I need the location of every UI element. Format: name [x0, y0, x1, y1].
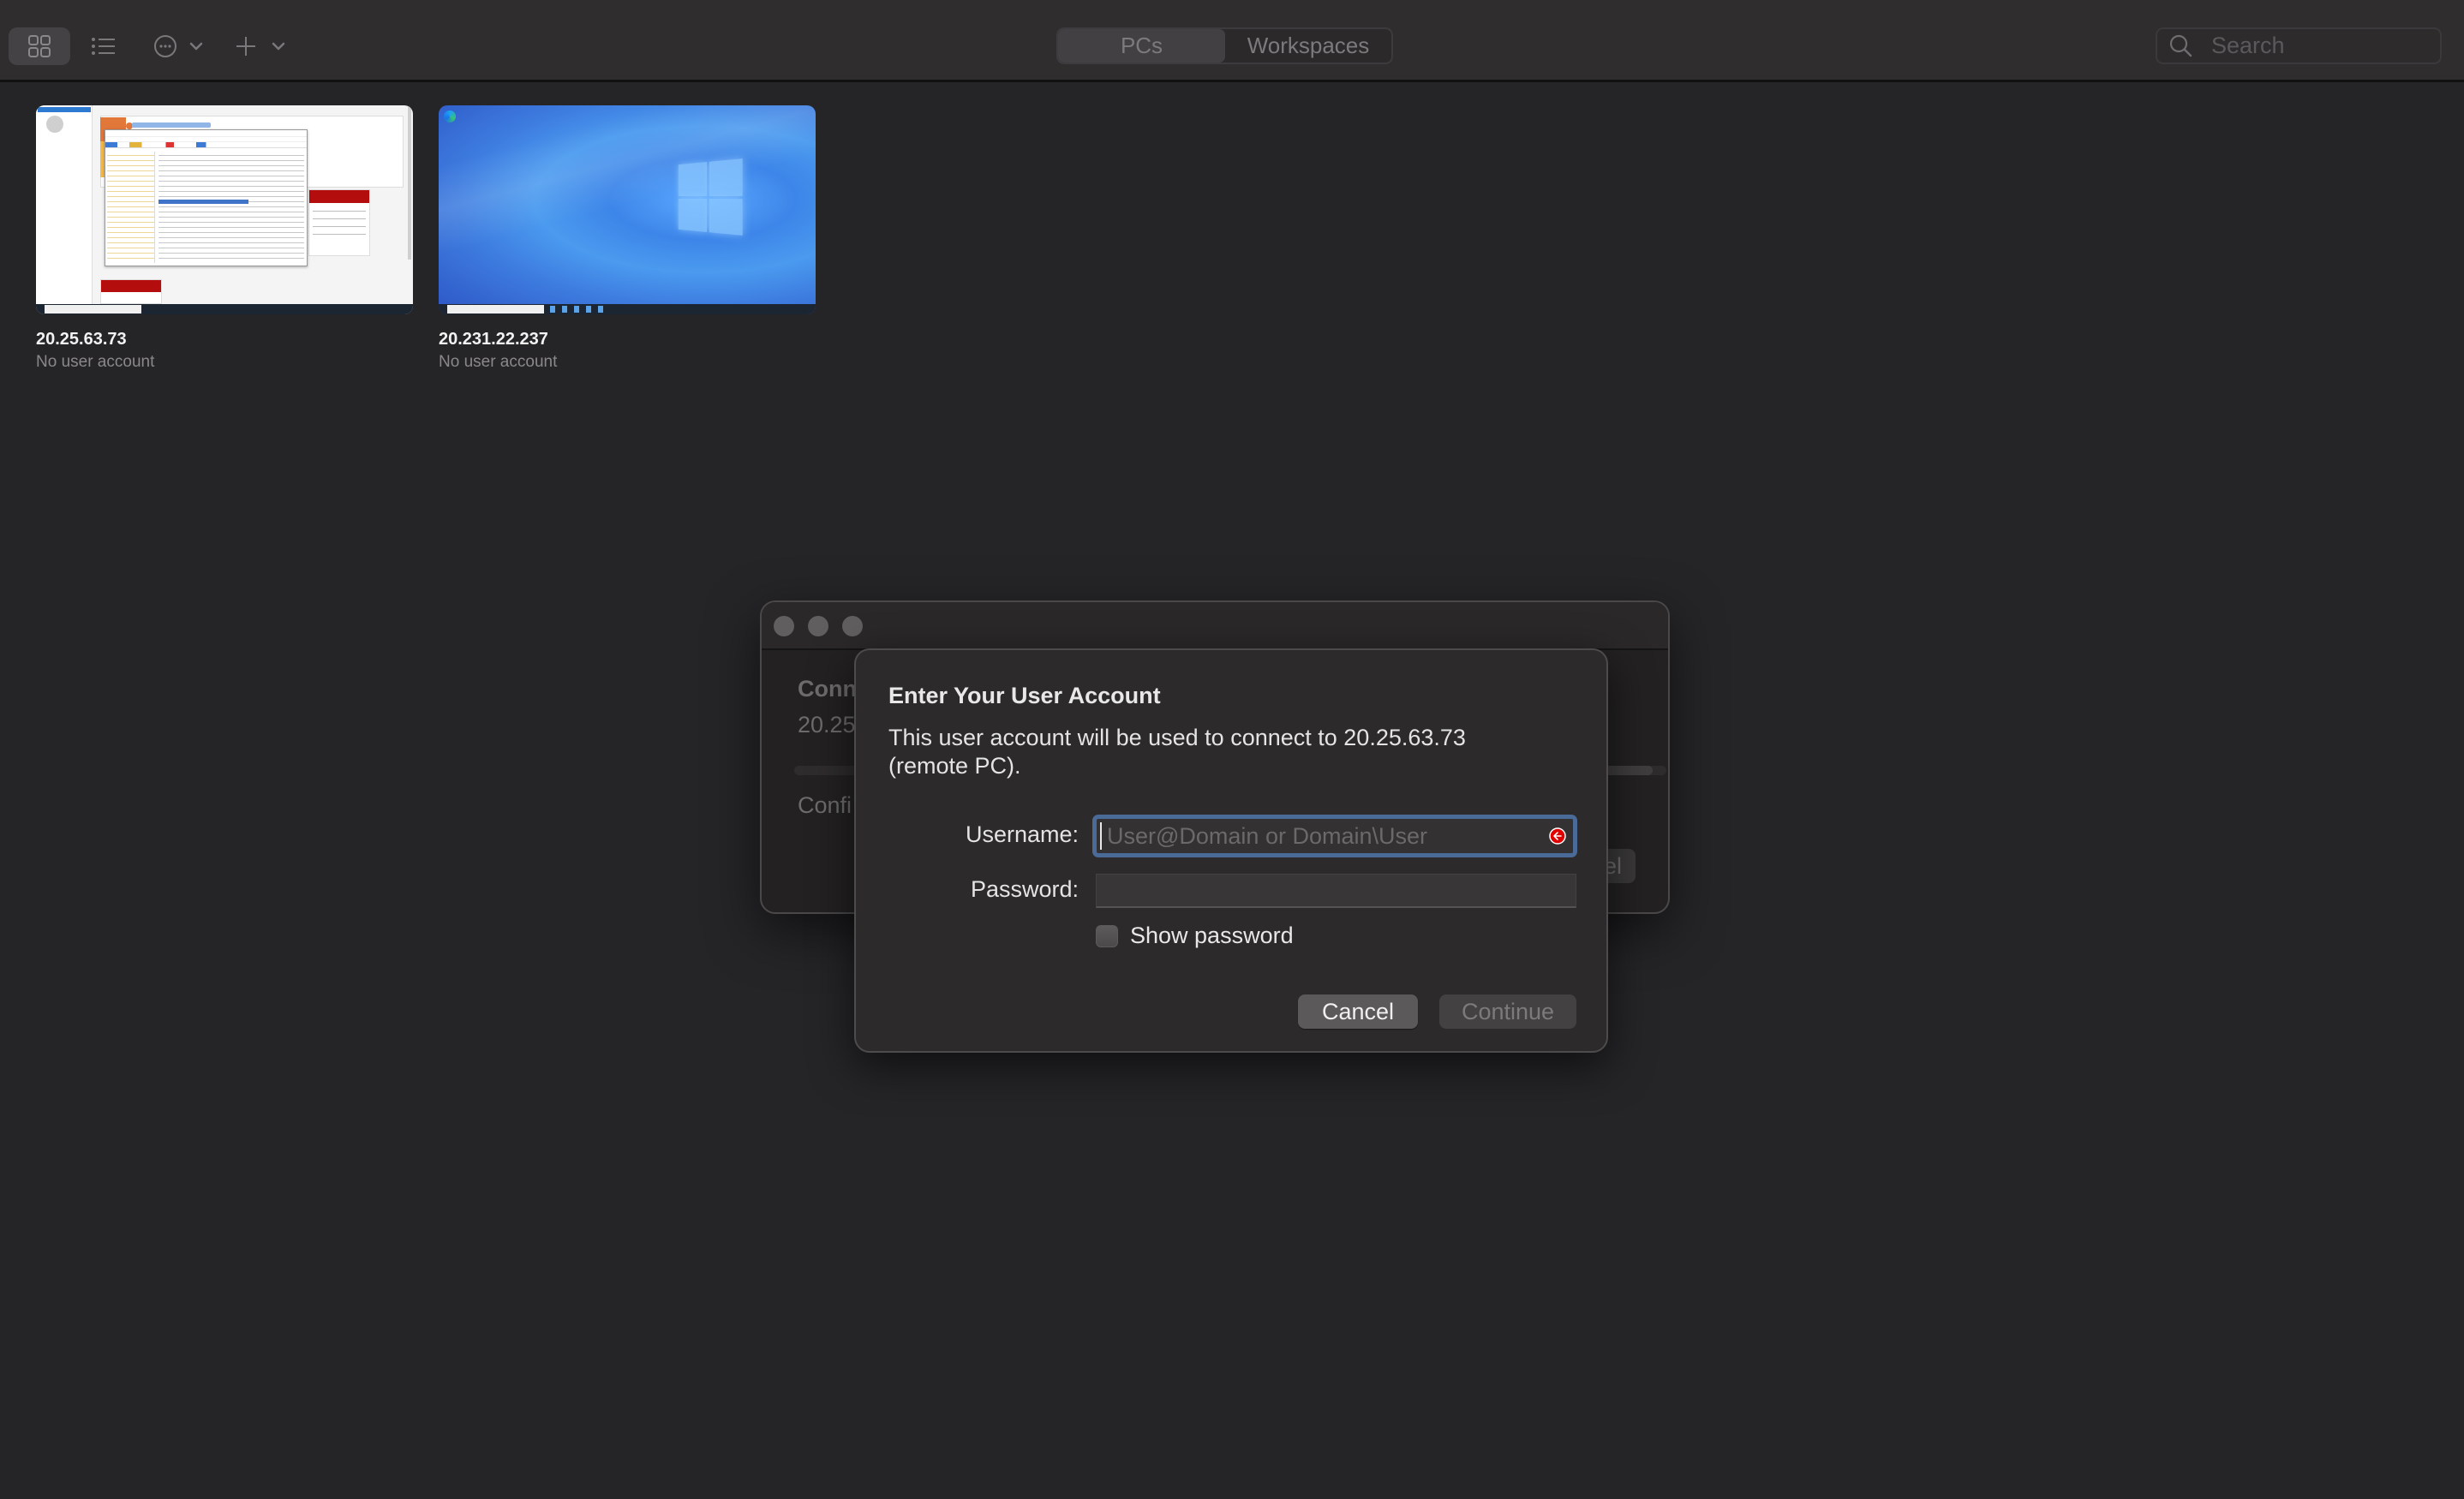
plus-icon: [236, 37, 255, 56]
window-titlebar: [762, 602, 1668, 650]
search-icon: [2169, 34, 2192, 57]
pc-name: 20.25.63.73: [36, 330, 127, 349]
grid-view-button[interactable]: [9, 27, 70, 65]
pc-name: 20.231.22.237: [439, 330, 548, 349]
windows-taskbar: [36, 304, 413, 314]
tab-workspaces[interactable]: Workspaces: [1225, 29, 1391, 63]
all-servers-panel: [100, 279, 162, 304]
connection-status: Confi: [798, 792, 852, 818]
cancel-button[interactable]: Cancel: [1298, 994, 1418, 1029]
close-window-button[interactable]: [774, 616, 794, 636]
toolbar: PCs Workspaces: [0, 0, 2464, 82]
pc-thumbnail[interactable]: [36, 105, 413, 314]
more-actions-menu-button[interactable]: [147, 27, 209, 65]
remote-desktop-app: PCs Workspaces Search 20.25.63.73 No use…: [0, 0, 2464, 1499]
show-password-option[interactable]: Show password: [1096, 923, 1294, 949]
windows-logo-icon: [678, 158, 743, 236]
continue-button[interactable]: Continue: [1439, 994, 1576, 1029]
windows-taskbar: [439, 304, 816, 314]
ellipsis-circle-icon: [154, 35, 176, 57]
password-label: Password:: [970, 876, 1079, 902]
local-server-panel: [308, 189, 370, 256]
server-manager-sidebar: [36, 105, 93, 304]
sheet-description: This user account will be used to connec…: [888, 725, 1466, 779]
pc-user-account: No user account: [36, 353, 155, 371]
show-password-label[interactable]: Show password: [1130, 923, 1294, 949]
add-menu-button[interactable]: [230, 27, 291, 65]
list-view-icon: [92, 38, 115, 55]
password-field[interactable]: [1096, 874, 1576, 908]
pc-user-account: No user account: [439, 353, 558, 371]
pc-tile[interactable]: 20.25.63.73 No user account: [36, 105, 413, 372]
search-input[interactable]: [2211, 33, 2425, 59]
connection-host: 20.25: [798, 712, 856, 738]
chevron-down-icon: [189, 42, 203, 51]
pc-tile[interactable]: 20.231.22.237 No user account: [439, 105, 816, 372]
chevron-down-icon: [272, 42, 285, 51]
zoom-window-button[interactable]: [842, 616, 863, 636]
username-label: Username:: [965, 821, 1079, 847]
pc-thumbnail[interactable]: [439, 105, 816, 314]
connection-heading: Conn: [798, 676, 857, 702]
username-input[interactable]: [1100, 822, 1549, 850]
user-account-sheet: Enter Your User Account This user accoun…: [854, 648, 1608, 1053]
pcs-workspaces-segmented-control: PCs Workspaces: [1056, 27, 1393, 64]
ad-users-computers-window: [105, 129, 308, 266]
minimize-window-button[interactable]: [808, 616, 828, 636]
input-indicator-arrow-icon: [1549, 827, 1566, 845]
edge-icon: [444, 110, 456, 122]
password-input[interactable]: [1097, 875, 1576, 906]
tab-pcs[interactable]: PCs: [1058, 29, 1225, 63]
search-field[interactable]: [2156, 27, 2442, 64]
username-field[interactable]: [1092, 815, 1577, 857]
list-view-button[interactable]: [82, 27, 125, 65]
show-password-checkbox[interactable]: [1096, 924, 1118, 947]
sheet-title: Enter Your User Account: [888, 683, 1161, 708]
grid-view-icon: [28, 35, 51, 57]
